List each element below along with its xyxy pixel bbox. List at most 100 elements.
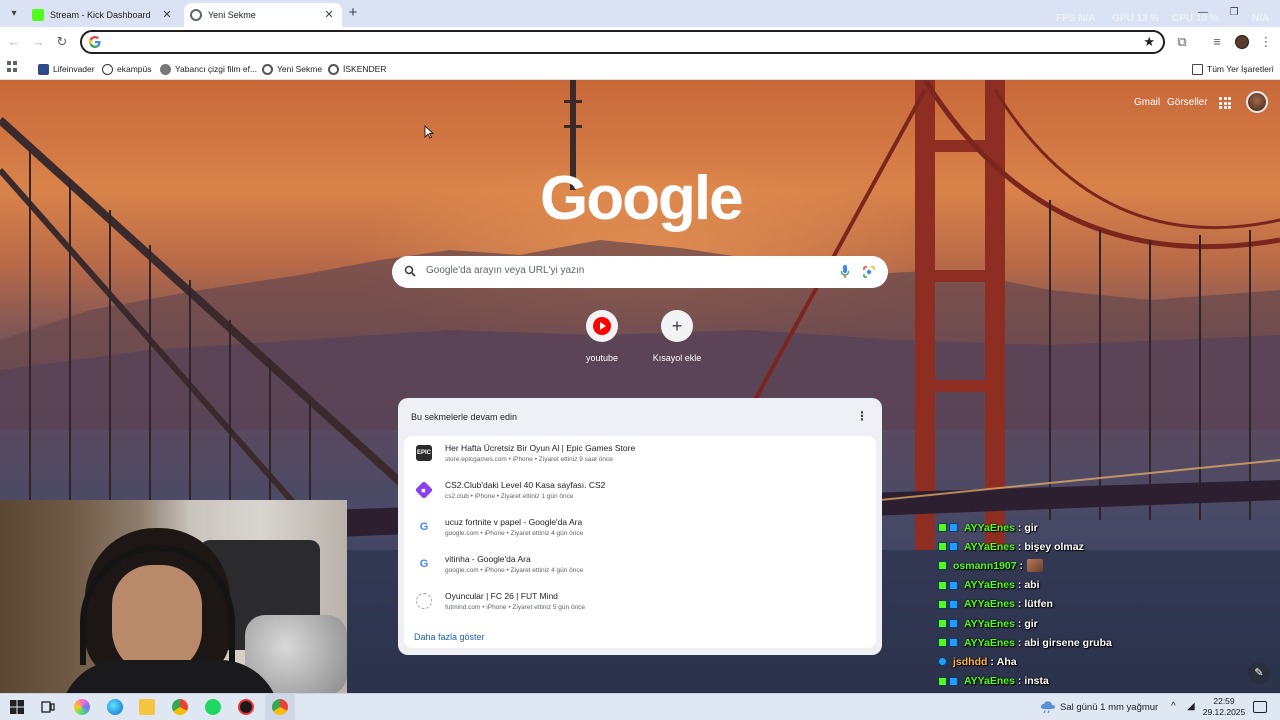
google-icon: G [419,521,429,533]
list-item[interactable]: G vitinha - Google'da Ara google.com • i… [404,547,876,584]
chrome-icon[interactable] [172,699,188,715]
more-options-icon[interactable]: ⋮ [856,409,868,423]
google-icon [89,36,101,48]
chat-message: AYYaEnes : gir [938,614,1278,633]
kick-icon [32,9,44,21]
cs2club-icon: ◆ [414,480,434,500]
rain-cloud-icon [1041,701,1055,714]
new-tab-button[interactable]: + [346,5,360,21]
bookmarks-bar: Lifeinvader ekampüs Yabancı çizgi film e… [0,57,1280,80]
chat-badges [938,523,960,533]
profile-avatar[interactable] [1235,35,1249,49]
search-box[interactable]: Google'da arayın veya URL'yi yazın [392,256,888,288]
futmind-icon [416,593,432,609]
back-button[interactable]: ← [6,34,22,50]
spotify-icon[interactable] [205,699,221,715]
shortcut-label: youtube [585,353,619,363]
ekampus-icon [102,63,113,75]
list-item[interactable]: Oyuncular | FC 26 | FUT Mind futmind.com… [404,584,876,621]
media-control-icon[interactable]: ≡ [1209,34,1225,50]
tab-title: Yeni Sekme [208,10,256,20]
chat-message: osmann1907 : [938,556,1278,575]
tab-search-button[interactable]: ▾ [6,5,22,21]
list-item[interactable]: ◆ CS2.Club'daki Level 40 Kasa sayfası. C… [404,473,876,510]
shortcut-add[interactable]: + Kısayol ekle [639,310,715,363]
continue-tabs-card: Bu sekmelerle devam edin ⋮ EPIC Her Haft… [398,398,882,655]
chat-badges [938,542,960,552]
account-avatar[interactable] [1246,91,1268,113]
chat-message: AYYaEnes : abi girsene gruba [938,633,1278,652]
stream-chat-overlay: AYYaEnes : gir AYYaEnes : bişey olmaz os… [938,518,1278,691]
address-bar[interactable]: ★ [80,30,1165,54]
microphone-icon[interactable] [840,264,850,280]
weather-widget[interactable]: Sal günü 1 mm yağmur [1040,700,1158,714]
bookmark-iskender[interactable]: İSKENDER [328,61,386,77]
wifi-icon[interactable]: ◢ [1187,701,1195,712]
epic-games-icon: EPIC [416,445,432,461]
list-item[interactable]: G ucuz fortnite v papel - Google'da Ara … [404,510,876,547]
chrome-menu-icon[interactable]: ⋮ [1258,34,1274,50]
restore-button[interactable]: ❐ [1227,6,1241,20]
google-logo: Google [540,164,744,233]
chat-message: AYYaEnes : abi [938,576,1278,595]
obs-icon[interactable] [238,699,254,715]
toolbar: ← → ↻ ★ ⧉ ≡ ⋮ [0,27,1280,57]
bookmark-ekampus[interactable]: ekampüs [102,61,152,77]
bookmark-cartoon[interactable]: Yabancı çizgi film ef... [160,61,257,77]
bookmark-lifeinvader[interactable]: Lifeinvader [38,61,95,77]
extensions-icon[interactable]: ⧉ [1174,34,1190,50]
mouse-cursor-icon [424,125,434,139]
shortcut-youtube[interactable]: youtube [564,310,640,363]
chat-message: jsdhdd : Aha [938,652,1278,671]
chat-badges [938,561,949,571]
chrome-icon [262,63,273,75]
list-item[interactable]: EPIC Her Hafta Ücretsiz Bir Oyun Al | Ep… [404,436,876,473]
images-link[interactable]: Görseller [1167,97,1208,108]
apps-icon[interactable] [7,61,19,73]
copilot-icon[interactable] [74,699,90,715]
show-more-link[interactable]: Daha fazla göster [414,632,485,642]
google-icon: G [419,558,429,570]
youtube-icon [593,317,611,335]
forward-button[interactable]: → [30,34,46,50]
clock[interactable]: 22:59 29.12.2025 [1200,696,1248,718]
chat-message: AYYaEnes : insta [938,672,1278,691]
all-bookmarks-button[interactable]: Tüm Yer İşaretleri [1192,61,1274,77]
chevron-up-icon[interactable]: ^ [1171,701,1176,712]
minimize-button[interactable]: — [1196,6,1210,20]
chat-badges [938,657,949,667]
close-icon[interactable]: ✕ [160,8,174,22]
bookmark-star-icon[interactable]: ★ [1143,34,1155,50]
chrome-icon [190,9,202,21]
taskbar: Sal günü 1 mm yağmur ^ ◢ 22:59 29.12.202… [0,693,1280,720]
windows-start-icon[interactable] [9,699,25,715]
extra-readout: N/A [1252,13,1270,24]
chat-message: AYYaEnes : gir [938,518,1278,537]
edge-icon[interactable] [107,699,123,715]
shortcut-label: Kısayol ekle [652,353,702,363]
emote-image [1027,559,1044,573]
google-apps-icon[interactable] [1219,97,1231,109]
plus-icon: + [671,316,683,336]
tab-title: Stream - Kick Dashboard [50,10,151,20]
chat-badges [938,580,960,590]
file-explorer-icon[interactable] [139,699,155,715]
customize-pencil-icon[interactable]: ✎ [1248,662,1270,684]
webcam-overlay [0,500,347,693]
task-view-icon[interactable] [40,699,56,715]
reload-button[interactable]: ↻ [54,34,70,50]
notification-icon[interactable] [1253,701,1267,713]
tab-kick-dashboard[interactable]: Stream - Kick Dashboard ✕ [26,3,180,27]
address-input[interactable] [108,34,1108,50]
search-icon [404,265,416,277]
bookmark-new-tab[interactable]: Yeni Sekme [262,61,322,77]
chat-badges [938,619,960,629]
tab-new-tab[interactable]: Yeni Sekme ✕ [184,3,342,27]
close-icon[interactable]: ✕ [322,8,336,22]
card-title: Bu sekmelerle devam edin [411,412,518,422]
chrome-profile-icon[interactable] [272,699,288,715]
gpu-readout: GPU 13 % [1112,13,1160,24]
google-lens-icon[interactable] [862,265,876,279]
tab-strip: ▾ Stream - Kick Dashboard ✕ Yeni Sekme ✕… [0,0,1280,27]
gmail-link[interactable]: Gmail [1134,97,1160,108]
